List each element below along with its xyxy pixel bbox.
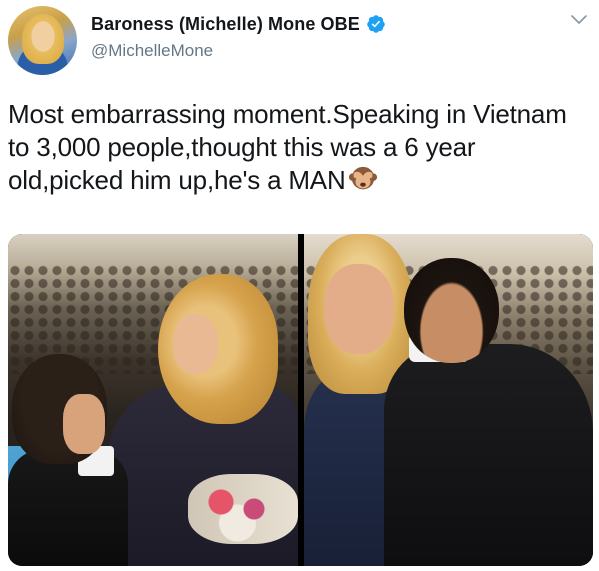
display-name[interactable]: Baroness (Michelle) Mone OBE [91,14,360,35]
avatar[interactable] [8,6,77,75]
see-no-evil-monkey-icon [348,166,377,190]
verified-badge-icon [367,15,385,33]
tweet-text-body: Most embarrassing moment.Speaking in Vie… [8,99,567,195]
tweet-card: Baroness (Michelle) Mone OBE @MichelleMo… [0,0,599,571]
media-gallery[interactable] [8,234,593,566]
tweet-text: Most embarrassing moment.Speaking in Vie… [8,98,593,197]
photo-2[interactable] [304,234,593,566]
chevron-down-icon[interactable] [570,13,588,27]
author-handle[interactable]: @MichelleMone [91,41,213,61]
author-name-row[interactable]: Baroness (Michelle) Mone OBE [91,12,386,36]
photo-1[interactable] [8,234,298,566]
